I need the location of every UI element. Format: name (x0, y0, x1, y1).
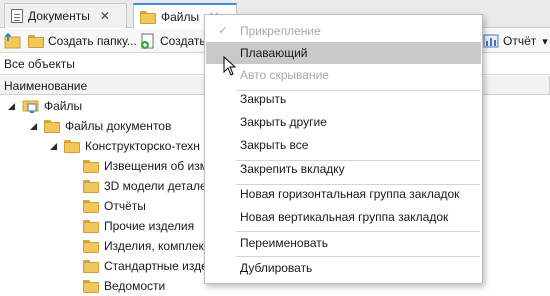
tree-node[interactable]: Извещения об изм (83, 156, 208, 176)
menu-item-label: Переименовать (240, 236, 328, 250)
tree-node[interactable]: Файлы (8, 96, 82, 116)
tree-node-label: Файлы документов (65, 119, 172, 133)
folder-upload-icon (4, 33, 21, 49)
menu-item-new-vertical-group[interactable]: Новая вертикальная группа закладок (206, 206, 481, 228)
check-icon: ✓ (218, 23, 229, 37)
create-button[interactable]: Создать (140, 32, 206, 50)
chevron-down-icon: ▾ (542, 35, 548, 48)
tree-node-label: Файлы (44, 99, 83, 113)
expanded-arrow-icon[interactable] (50, 142, 57, 150)
files-root-icon (22, 100, 39, 113)
upload-button[interactable] (4, 32, 22, 50)
filter-value: Все объекты (4, 57, 75, 71)
tree-node-label: 3D модели детале (104, 179, 207, 193)
document-icon (11, 9, 23, 23)
menu-item-label: Закрыть другие (240, 115, 327, 129)
tab-documents-label: Документы (28, 9, 90, 23)
tab-documents[interactable]: Документы ✕ (4, 3, 127, 28)
menu-item-label: Авто скрывание (240, 68, 329, 82)
tree-node-label: Отчёты (104, 199, 146, 213)
tree-node[interactable]: Отчёты (83, 196, 146, 216)
tree-node[interactable]: Стандартные изде (83, 256, 208, 276)
folder-icon (140, 10, 156, 24)
folder-icon (83, 199, 99, 213)
folder-icon (83, 219, 99, 233)
create-label: Создать (160, 34, 206, 48)
menu-item-new-horizontal-group[interactable]: Новая горизонтальная группа закладок (206, 183, 481, 205)
tree-node-label: Ведомости (104, 279, 166, 293)
menu-item-label: Закрепить вкладку (240, 162, 345, 176)
folder-icon (83, 179, 99, 193)
folder-icon (28, 34, 44, 48)
tree-node[interactable]: Прочие изделия (83, 216, 194, 236)
menu-item-label: Плавающий (240, 46, 308, 60)
report-label: Отчёт (503, 34, 537, 48)
menu-item-label: Прикрепление (240, 24, 321, 38)
report-icon (483, 34, 499, 48)
menu-item-label: Новая вертикальная группа закладок (240, 210, 449, 224)
tree-node-label: Конструкторско-техн (85, 139, 200, 153)
menu-item-rename[interactable]: Переименовать (206, 232, 481, 254)
close-icon[interactable]: ✕ (100, 9, 110, 23)
tab-context-menu: ✓ Прикрепление Плавающий Авто скрывание … (204, 14, 483, 284)
menu-item-label: Дублировать (240, 261, 313, 275)
new-document-icon (141, 33, 154, 49)
expanded-arrow-icon[interactable] (8, 102, 15, 110)
folder-icon (83, 239, 99, 253)
tree-node-label: Изделия, комплек (104, 239, 204, 253)
tree-node[interactable]: 3D модели детале (83, 176, 207, 196)
folder-icon (83, 259, 99, 273)
tree-node[interactable]: Конструкторско-техн (50, 136, 200, 156)
create-folder-label: Создать папку... (48, 34, 137, 48)
tab-files-label: Файлы (161, 10, 200, 24)
column-header-label: Наименование (4, 79, 88, 93)
folder-icon (64, 139, 80, 153)
tree-node-label: Стандартные изде (104, 259, 208, 273)
expanded-arrow-icon[interactable] (30, 122, 37, 130)
menu-item-close-others[interactable]: Закрыть другие (206, 111, 481, 133)
menu-item-dock[interactable]: ✓ Прикрепление (206, 20, 481, 42)
tree-node-label: Извещения об изм (104, 159, 208, 173)
menu-item-floating[interactable]: Плавающий (206, 42, 481, 64)
tree-node[interactable]: Ведомости (83, 276, 165, 296)
menu-item-close-all[interactable]: Закрыть все (206, 134, 481, 156)
menu-item-duplicate[interactable]: Дублировать (206, 257, 481, 279)
tree-node-label: Прочие изделия (104, 219, 195, 233)
menu-item-label: Новая горизонтальная группа закладок (240, 187, 460, 201)
menu-item-auto-hide[interactable]: Авто скрывание (206, 64, 481, 86)
tree-node[interactable]: Изделия, комплек (83, 236, 204, 256)
menu-item-pin-tab[interactable]: Закрепить вкладку (206, 158, 481, 180)
folder-icon (44, 119, 60, 133)
mouse-pointer-icon (223, 56, 237, 76)
report-button[interactable]: Отчёт ▾ (483, 32, 548, 50)
menu-item-close[interactable]: Закрыть (206, 88, 481, 110)
menu-item-label: Закрыть все (240, 138, 309, 152)
create-folder-button[interactable]: Создать папку... (28, 32, 137, 50)
folder-icon (83, 279, 99, 293)
folder-icon (83, 159, 99, 173)
tree-node[interactable]: Файлы документов (30, 116, 171, 136)
menu-item-label: Закрыть (240, 92, 287, 106)
files-window: Документы ✕ Файлы ✕ Создать папку... (0, 0, 550, 296)
